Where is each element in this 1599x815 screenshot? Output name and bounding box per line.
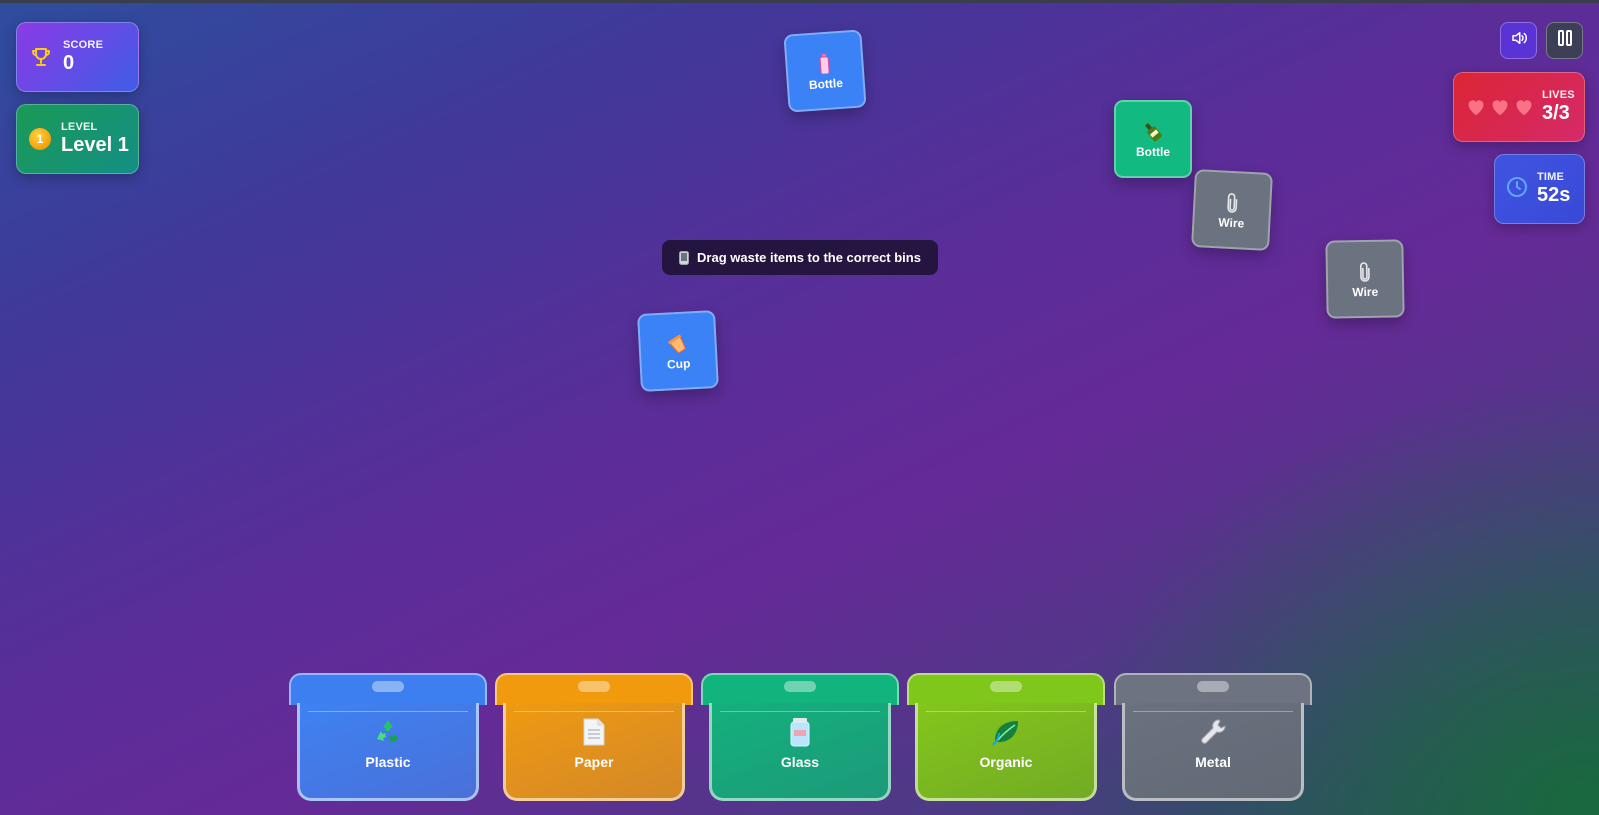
hearts-row <box>1466 98 1534 116</box>
bin-metal[interactable]: Metal <box>1114 673 1312 801</box>
level-value: Level 1 <box>61 134 129 156</box>
score-card: SCORE 0 <box>16 22 139 92</box>
trophy-icon <box>29 45 53 69</box>
waste-item-label: Bottle <box>808 75 844 92</box>
bin-organic[interactable]: Organic <box>907 673 1105 801</box>
waste-item-label: Wire <box>1352 284 1379 299</box>
wrench-icon <box>1198 716 1228 748</box>
waste-item-wire[interactable]: Wire <box>1191 169 1273 251</box>
glass-bottle-icon <box>1143 120 1163 142</box>
level-label: LEVEL <box>61 121 98 133</box>
bin-glass[interactable]: Glass <box>701 673 899 801</box>
bin-body: Metal <box>1122 703 1304 801</box>
bin-lid <box>495 673 693 705</box>
instruction-text: Drag waste items to the correct bins <box>697 250 921 265</box>
jar-icon <box>788 716 812 748</box>
heart-icon <box>1466 98 1486 116</box>
sound-button[interactable] <box>1500 22 1537 59</box>
speaker-icon <box>1510 29 1528 52</box>
paperclip-icon <box>1359 259 1371 282</box>
plastic-bottle-icon <box>817 51 833 74</box>
recycle-icon <box>373 716 403 748</box>
document-icon <box>582 716 606 748</box>
waste-item-glass-bottle[interactable]: Bottle <box>1114 100 1192 178</box>
waste-item-cup[interactable]: Cup <box>637 310 719 392</box>
heart-icon <box>1490 98 1510 116</box>
bin-label: Plastic <box>365 754 411 770</box>
score-value: 0 <box>63 52 75 74</box>
bin-plastic[interactable]: Plastic <box>289 673 487 801</box>
bin-label: Paper <box>574 754 614 770</box>
level-badge-icon: 1 <box>29 128 51 150</box>
waste-item-label: Wire <box>1218 214 1245 231</box>
bin-label: Glass <box>780 754 820 770</box>
pause-button[interactable] <box>1546 22 1583 59</box>
bin-lid <box>907 673 1105 705</box>
lives-value: 3/3 <box>1542 102 1570 124</box>
bin-body: Glass <box>709 703 891 801</box>
bin-body: Paper <box>503 703 685 801</box>
bin-paper[interactable]: Paper <box>495 673 693 801</box>
waste-item-label: Cup <box>666 355 691 372</box>
time-value: 52s <box>1537 184 1571 206</box>
leaf-icon <box>991 716 1021 748</box>
lives-label: LIVES <box>1542 89 1575 101</box>
lives-card: LIVES 3/3 <box>1453 72 1585 142</box>
bin-label: Metal <box>1195 754 1231 770</box>
pause-icon <box>1557 29 1573 52</box>
heart-icon <box>1514 98 1534 116</box>
bin-label: Organic <box>979 754 1033 770</box>
game-stage: SCORE 0 1 LEVEL Level 1 LIVES 3/3 TIME 5… <box>0 0 1599 815</box>
bin-body: Plastic <box>297 703 479 801</box>
bin-lid <box>701 673 899 705</box>
paperclip-icon <box>1226 190 1239 213</box>
bin-lid <box>1114 673 1312 705</box>
score-label: SCORE <box>63 39 104 51</box>
clock-icon <box>1505 175 1529 204</box>
level-card: 1 LEVEL Level 1 <box>16 104 139 174</box>
waste-item-wire[interactable]: Wire <box>1325 239 1405 319</box>
waste-item-label: Bottle <box>1136 144 1170 159</box>
bin-body: Organic <box>915 703 1097 801</box>
waste-item-plastic-bottle[interactable]: Bottle <box>783 29 867 113</box>
time-card: TIME 52s <box>1494 154 1585 224</box>
time-label: TIME <box>1537 171 1565 183</box>
bin-lid <box>289 673 487 705</box>
instruction-tooltip: Drag waste items to the correct bins <box>662 240 938 275</box>
phone-icon <box>679 250 690 265</box>
cup-icon <box>667 331 688 354</box>
